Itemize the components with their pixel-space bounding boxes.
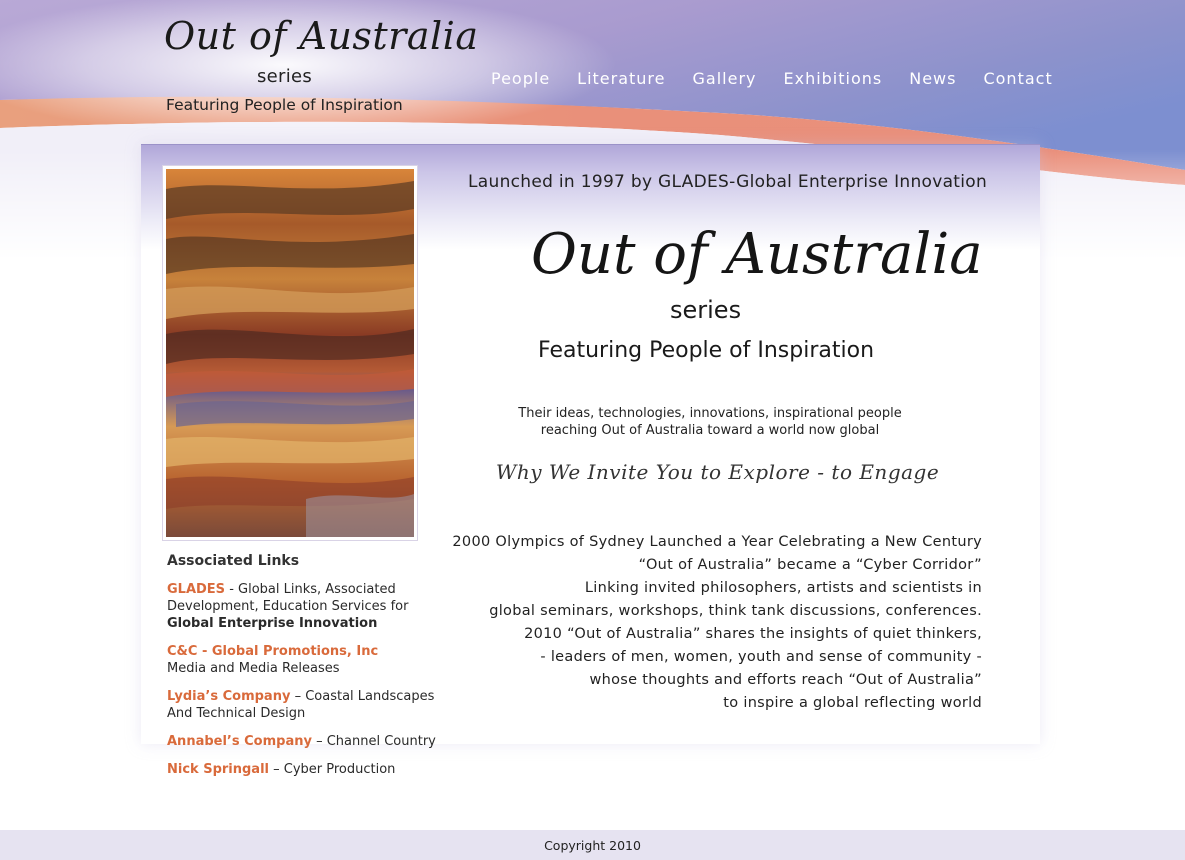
launched-heading: Launched in 1997 by GLADES-Global Enterp… (468, 172, 988, 192)
ideas-text: Their ideas, technologies, innovations, … (470, 405, 950, 439)
link-item-glades: GLADES - Global Links, Associated Develo… (167, 581, 437, 632)
nav-exhibitions[interactable]: Exhibitions (783, 69, 882, 88)
link-item-nick: Nick Springall – Cyber Production (167, 761, 437, 778)
site-logo[interactable]: Out of Australia series Featuring People… (160, 14, 478, 124)
link-glades[interactable]: GLADES (167, 582, 225, 597)
link-annabels-company[interactable]: Annabel’s Company (167, 734, 312, 749)
ideas-line: reaching Out of Australia toward a world… (540, 423, 880, 438)
story-line: to inspire a global reflecting world (723, 695, 982, 711)
story-line: 2010 “Out of Australia” shares the insig… (524, 626, 982, 642)
story-line: whose thoughts and efforts reach “Out of… (589, 672, 982, 688)
top-navigation: People Literature Gallery Exhibitions Ne… (491, 69, 1080, 88)
nav-literature[interactable]: Literature (577, 69, 665, 88)
logo-series-label: series (257, 66, 313, 87)
link-nick-springall[interactable]: Nick Springall (167, 762, 269, 777)
story-line: Linking invited philosophers, artists an… (584, 580, 982, 596)
link-glades-strong: Global Enterprise Innovation (167, 616, 378, 631)
link-annabel-desc: – Channel Country (311, 734, 436, 749)
nav-people[interactable]: People (491, 69, 550, 88)
copyright-text: Copyright 2010 (544, 838, 641, 853)
link-cc-global-desc: Media and Media Releases (167, 661, 340, 676)
story-line: “Out of Australia” became a “Cyber Corri… (638, 557, 982, 573)
link-lydias-company[interactable]: Lydia’s Company (167, 689, 290, 704)
nav-contact[interactable]: Contact (983, 69, 1052, 88)
link-nick-desc: – Cyber Production (269, 762, 396, 777)
nav-gallery[interactable]: Gallery (693, 69, 757, 88)
main-logo-script-title: Out of Australia (531, 222, 983, 287)
main-logo-series-label: series (670, 296, 742, 324)
nav-news[interactable]: News (909, 69, 956, 88)
logo-tagline: Featuring People of Inspiration (166, 96, 403, 114)
link-item-annabel: Annabel’s Company – Channel Country (167, 733, 437, 750)
ideas-line: Their ideas, technologies, innovations, … (518, 406, 902, 421)
main-logo-tagline: Featuring People of Inspiration (538, 338, 875, 363)
story-line: 2000 Olympics of Sydney Launched a Year … (452, 534, 982, 550)
story-line: - leaders of men, women, youth and sense… (540, 649, 982, 665)
landscape-painting-image (162, 165, 418, 541)
footer: Copyright 2010 (0, 830, 1185, 860)
main-logo: Out of Australia series Featuring People… (525, 212, 983, 372)
link-item-lydia: Lydia’s Company – Coastal Landscapes And… (167, 688, 437, 722)
story-text: 2000 Olympics of Sydney Launched a Year … (440, 531, 982, 715)
why-invite-heading: Why We Invite You to Explore - to Engage (495, 460, 940, 484)
link-item-cc-global: C&C - Global Promotions, Inc Media and M… (167, 643, 437, 677)
logo-script-title: Out of Australia (164, 14, 479, 58)
link-cc-global-promotions[interactable]: C&C - Global Promotions, Inc (167, 644, 378, 659)
associated-links: Associated Links GLADES - Global Links, … (167, 553, 437, 789)
story-line: global seminars, workshops, think tank d… (489, 603, 982, 619)
associated-links-heading: Associated Links (167, 553, 300, 569)
